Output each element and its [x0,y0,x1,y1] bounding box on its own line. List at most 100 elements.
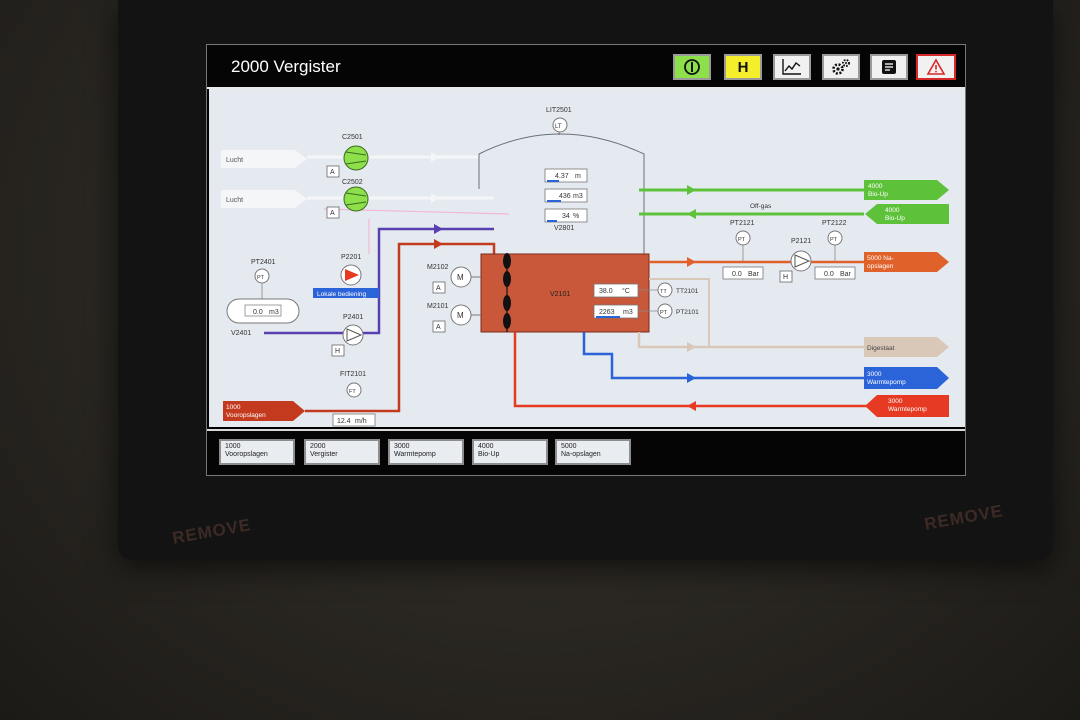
bioup1-line1: 4000 [868,183,883,190]
naopslagen-line1: 5000 Na- [867,255,894,262]
percent-unit: % [573,213,579,220]
pt2121-tag: PT2121 [730,220,755,227]
local-control-label: Lokale bediening [317,291,367,298]
tt2101-tag: TT2101 [676,288,699,295]
hand-mode-button[interactable]: H [724,54,762,80]
level-display: 4.37 m [544,168,588,183]
c2501-mode: A [330,169,335,176]
lit2501-tag: LIT2501 [546,107,572,114]
volume-display: 436 m3 [544,188,588,203]
digester-volume-display: 2263 m3 [593,304,639,319]
pressure-transmitter-pt2122[interactable]: PT2122 PT [822,220,847,262]
p2121-mode-box[interactable]: H [779,270,793,283]
digester-volume-value: 2263 [599,309,615,316]
m2101-mode-box[interactable]: A [432,320,446,333]
offgas-label: Off-gas [750,203,772,210]
m2101-symbol: M [457,311,464,320]
m2102-mode-box[interactable]: A [432,281,446,294]
c2502-tag: C2502 [342,179,363,186]
nav-button-1000[interactable]: 1000 Vooropslagen [219,439,295,465]
trend-button[interactable] [773,54,811,80]
process-diagram: Lucht Lucht C2501 A C2502 A V2801 LIT250… [209,89,965,427]
c2502-mode-box[interactable]: A [326,206,340,219]
p2121-mode: H [783,274,788,281]
air-inlet-1-label: Lucht [226,157,243,164]
pt2121-unit: Bar [748,271,760,278]
m2101-tag: M2101 [427,303,449,310]
temperature-display: 38.0 °C [593,283,639,298]
hand-mode-label: H [737,58,749,76]
nav-1000-label: Vooropslagen [225,451,268,458]
nav-4000-number: 4000 [478,443,494,450]
v2401-tag: V2401 [231,330,251,337]
pt2122-unit: Bar [840,271,852,278]
p2121-tag: P2121 [791,238,811,245]
hmi-screen: 2000 Vergister H Lucht Lucht C2501 A C25… [206,44,966,476]
pump-p2201[interactable]: P2201 [340,254,362,286]
document-icon [882,60,896,74]
v2101-tag: V2101 [550,291,570,298]
pt2122-value: 0.0 [824,271,834,278]
area-navigation: 1000 Vooropslagen 2000 Vergister 3000 Wa… [207,429,965,475]
bezel-sticker-right: REMOVE [922,501,1005,534]
level-unit: m [575,173,581,180]
c2501-mode-box[interactable]: A [326,165,340,178]
tt2101-symbol: TT [660,289,667,295]
lit2501-symbol: LT [555,124,562,130]
pt2401-tag: PT2401 [251,259,276,266]
nav-button-5000[interactable]: 5000 Na-opslagen [555,439,631,465]
compressor-c2501[interactable]: C2501 [342,134,369,171]
percent-value: 34 [562,213,570,220]
p2401-tag: P2401 [343,314,363,321]
pt2122-tag: PT2122 [822,220,847,227]
bioup2-line2: Bio-Up [885,215,905,222]
compressor-c2502[interactable]: C2502 [342,179,369,212]
header-bar: 2000 Vergister H [207,45,965,89]
report-button[interactable] [870,54,908,80]
flow-transmitter-fit2101[interactable]: FIT2101 FT [340,371,366,398]
pt2101-symbol: PT [660,310,668,316]
volume-value: 436 [559,193,571,200]
warmtepomp-out-line1: 3000 [867,371,882,378]
flow-unit: m/h [355,418,367,425]
pt2121-symbol: PT [738,237,746,243]
power-icon [684,59,700,75]
pressure-transmitter-pt2121[interactable]: PT2121 PT [730,220,755,262]
gears-icon [832,59,850,75]
nav-3000-number: 3000 [394,443,410,450]
start-button[interactable] [673,54,711,80]
c2501-tag: C2501 [342,134,363,141]
nav-5000-number: 5000 [561,443,577,450]
nav-5000-label: Na-opslagen [561,451,601,458]
temp-transmitter-tt2101[interactable]: TT TT2101 [657,282,699,298]
percent-display: 34 % [544,208,588,223]
pump-p2121[interactable]: P2121 [790,238,812,272]
pressure-transmitter-pt2401[interactable]: PT2401 PT [251,259,276,299]
v2401-unit: m3 [269,309,279,316]
pt2401-symbol: PT [257,275,265,281]
fit2101-tag: FIT2101 [340,371,366,378]
nav-button-3000[interactable]: 3000 Warmtepomp [388,439,464,465]
fit2101-symbol: FT [349,389,356,395]
nav-1000-number: 1000 [225,443,241,450]
settings-button[interactable] [822,54,860,80]
bio-up-line-1: 4000 Bio-Up [639,180,949,200]
level-transmitter-lit2501[interactable]: LIT2501 LT [546,107,572,133]
nav-button-2000[interactable]: 2000 Vergister [304,439,380,465]
warmtepomp-out-line2: Warmtepomp [867,379,906,386]
bioup1-line2: Bio-Up [868,191,888,198]
pump-p2401[interactable]: P2401 [342,314,364,346]
pt2101-tag: PT2101 [676,309,699,316]
digestaat-label: Digestaat [867,345,895,352]
p2401-mode-box[interactable]: H [331,344,345,357]
nav-button-4000[interactable]: 4000 Bio-Up [472,439,548,465]
nav-3000-label: Warmtepomp [394,451,436,458]
temp-value: 38.0 [599,288,613,295]
pressure-transmitter-pt2101[interactable]: PT PT2101 [657,303,699,319]
pt2121-value: 0.0 [732,271,742,278]
m2102-tag: M2102 [427,264,449,271]
pt2122-symbol: PT [830,237,838,243]
alarm-button[interactable] [916,54,956,80]
p2201-tag: P2201 [341,254,361,261]
p2401-mode: H [335,348,340,355]
